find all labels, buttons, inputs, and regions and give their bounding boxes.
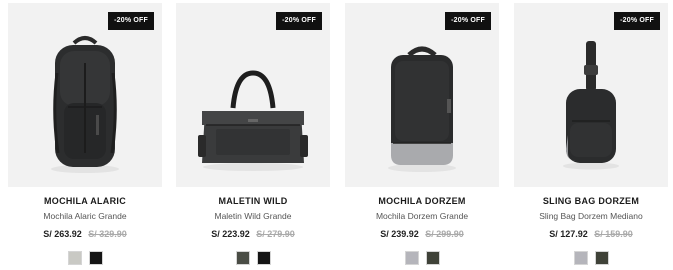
color-swatches <box>176 251 330 265</box>
product-image[interactable]: -20% OFF <box>176 3 330 187</box>
price-row: S/ 239.92 S/ 299.90 <box>345 229 499 239</box>
color-swatch-black[interactable] <box>88 251 103 265</box>
product-card[interactable]: -20% OFF SLING BAG DORZEM Sling Bag Dorz… <box>514 3 668 270</box>
product-card[interactable]: -20% OFF MOCHILA ALARIC Mochila Alaric G… <box>8 3 162 270</box>
discount-badge: -20% OFF <box>108 12 154 30</box>
price-row: S/ 223.92 S/ 279.90 <box>176 229 330 239</box>
backpack-icon <box>51 36 119 173</box>
product-card[interactable]: -20% OFF MALETIN WILD Maletin Wild Grand… <box>176 3 330 270</box>
backpack-icon <box>388 46 456 172</box>
original-price: S/ 279.90 <box>256 229 295 239</box>
product-card[interactable]: -20% OFF MOCHILA DORZEM Mochila Dorzem G… <box>345 3 499 270</box>
color-swatch-olive[interactable] <box>235 251 250 265</box>
price-row: S/ 127.92 S/ 159.90 <box>514 229 668 239</box>
price-row: S/ 263.92 S/ 329.90 <box>8 229 162 239</box>
sale-price: S/ 239.92 <box>380 229 419 239</box>
color-swatches <box>514 251 668 265</box>
color-swatches <box>345 251 499 265</box>
discount-badge: -20% OFF <box>614 12 660 30</box>
product-subtitle: Mochila Alaric Grande <box>43 211 127 221</box>
color-swatches <box>8 251 162 265</box>
color-swatch-gray[interactable] <box>573 251 588 265</box>
product-subtitle: Sling Bag Dorzem Mediano <box>539 211 643 221</box>
sale-price: S/ 223.92 <box>211 229 250 239</box>
product-name[interactable]: MOCHILA DORZEM <box>345 196 499 206</box>
product-image[interactable]: -20% OFF <box>514 3 668 187</box>
product-subtitle: Mochila Dorzem Grande <box>375 211 469 221</box>
product-name[interactable]: MOCHILA ALARIC <box>8 196 162 206</box>
discount-badge: -20% OFF <box>445 12 491 30</box>
color-swatch-light[interactable] <box>67 251 82 265</box>
product-image[interactable]: -20% OFF <box>8 3 162 187</box>
color-swatch-black[interactable] <box>256 251 271 265</box>
color-swatch-olive[interactable] <box>594 251 609 265</box>
product-grid: -20% OFF MOCHILA ALARIC Mochila Alaric G… <box>0 0 673 270</box>
original-price: S/ 159.90 <box>594 229 633 239</box>
sale-price: S/ 127.92 <box>549 229 588 239</box>
original-price: S/ 299.90 <box>425 229 464 239</box>
product-image[interactable]: -20% OFF <box>345 3 499 187</box>
duffel-bag-icon <box>198 70 308 171</box>
original-price: S/ 329.90 <box>88 229 127 239</box>
product-name[interactable]: SLING BAG DORZEM <box>514 196 668 206</box>
product-name[interactable]: MALETIN WILD <box>176 196 330 206</box>
product-subtitle: Maletin Wild Grande <box>214 211 292 221</box>
sale-price: S/ 263.92 <box>43 229 82 239</box>
sling-bag-icon <box>563 41 619 170</box>
discount-badge: -20% OFF <box>276 12 322 30</box>
color-swatch-gray[interactable] <box>404 251 419 265</box>
color-swatch-olive[interactable] <box>425 251 440 265</box>
